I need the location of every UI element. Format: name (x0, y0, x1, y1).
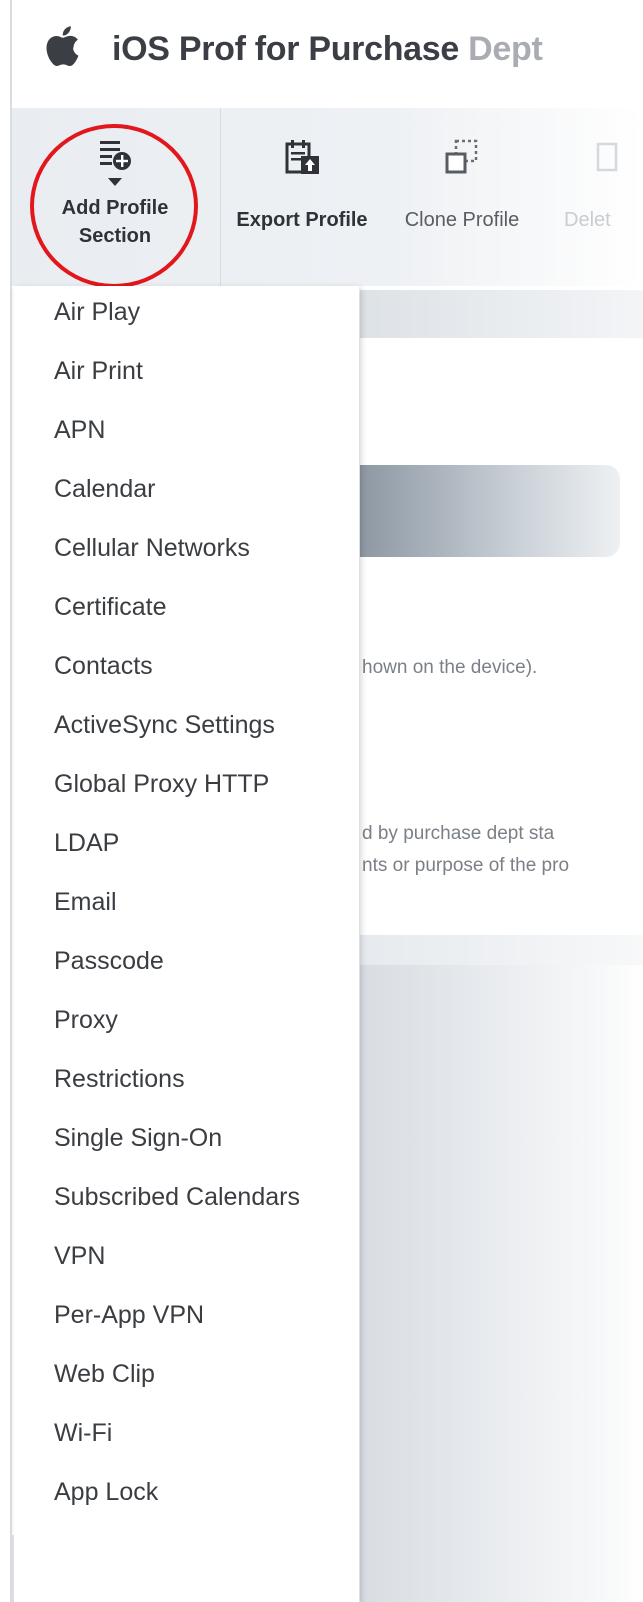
clone-profile-label: Clone Profile (404, 209, 520, 231)
background-panel (360, 965, 643, 1602)
page-title-main: iOS Prof for Purchase (112, 30, 469, 68)
menu-item-single-sign-on[interactable]: Single Sign-On (54, 1124, 222, 1153)
background-section-band-2 (360, 935, 643, 965)
menu-item-email[interactable]: Email (54, 888, 117, 917)
background-text-1: hown on the device). (362, 657, 538, 678)
menu-item-calendar[interactable]: Calendar (54, 475, 155, 504)
menu-item-proxy[interactable]: Proxy (54, 1006, 118, 1035)
menu-item-air-print[interactable]: Air Print (54, 357, 143, 386)
clone-icon (445, 139, 478, 174)
delete-profile-label: Delet (564, 209, 611, 231)
menu-item-air-play[interactable]: Air Play (54, 298, 140, 327)
apple-icon (46, 26, 79, 67)
export-icon (285, 140, 319, 174)
menu-item-activesync-settings[interactable]: ActiveSync Settings (54, 711, 275, 740)
page-title: iOS Prof for Purchase Dept (112, 30, 543, 69)
menu-item-wi-fi[interactable]: Wi-Fi (54, 1419, 112, 1448)
background-section-band (360, 290, 643, 338)
menu-item-global-proxy-http[interactable]: Global Proxy HTTP (54, 770, 269, 799)
menu-item-contacts[interactable]: Contacts (54, 652, 153, 681)
menu-item-cellular-networks[interactable]: Cellular Networks (54, 534, 250, 563)
add-profile-section-menu: Air Play Air Print APN Calendar Cellular… (14, 286, 359, 1602)
export-profile-button[interactable]: Export Profile (232, 138, 372, 234)
menu-item-ldap[interactable]: LDAP (54, 829, 119, 858)
menu-item-subscribed-calendars[interactable]: Subscribed Calendars (54, 1183, 300, 1212)
menu-item-apn[interactable]: APN (54, 416, 105, 445)
background-text-3: nts or purpose of the pro (362, 855, 570, 876)
background-text-2: d by purchase dept sta (362, 823, 555, 844)
annotation-highlight-circle (30, 124, 198, 288)
background-section-header (360, 465, 620, 557)
delete-icon (596, 142, 618, 172)
toolbar-divider (220, 108, 221, 286)
clone-profile-button[interactable]: Clone Profile (392, 138, 532, 234)
menu-item-certificate[interactable]: Certificate (54, 593, 167, 622)
delete-profile-button[interactable]: Delet (556, 138, 643, 234)
menu-item-app-lock[interactable]: App Lock (54, 1478, 158, 1507)
menu-item-web-clip[interactable]: Web Clip (54, 1360, 155, 1389)
menu-item-restrictions[interactable]: Restrictions (54, 1065, 185, 1094)
menu-item-passcode[interactable]: Passcode (54, 947, 164, 976)
page-title-faded: Dept (468, 30, 543, 68)
menu-item-per-app-vpn[interactable]: Per-App VPN (54, 1301, 204, 1330)
menu-item-vpn[interactable]: VPN (54, 1242, 105, 1271)
export-profile-label: Export Profile (236, 209, 368, 231)
